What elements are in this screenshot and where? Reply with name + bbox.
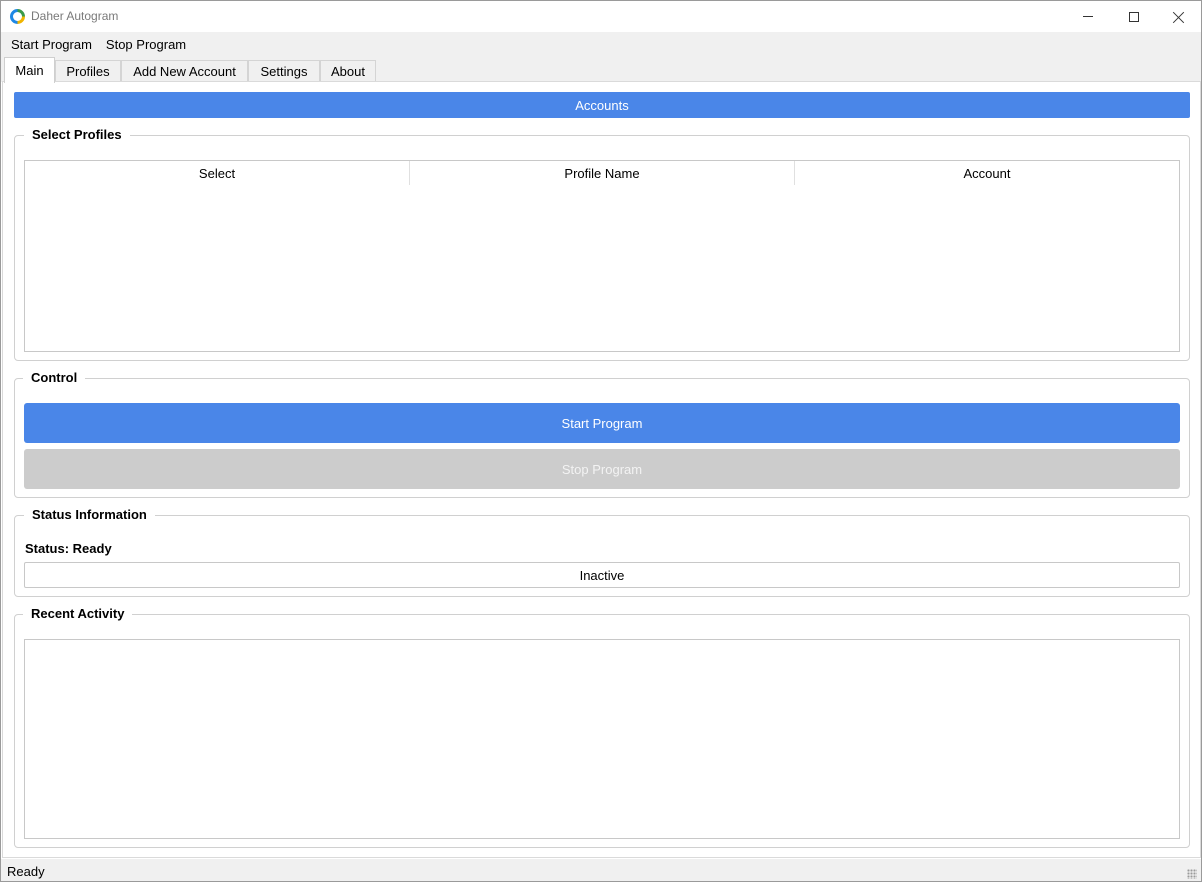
- profiles-table-header: Select Profile Name Account: [25, 161, 1179, 185]
- maximize-icon: [1129, 11, 1139, 22]
- recent-activity-title: Recent Activity: [23, 606, 133, 622]
- close-button[interactable]: [1156, 1, 1201, 32]
- tab-about[interactable]: About: [320, 60, 376, 82]
- column-header-profile-name[interactable]: Profile Name: [410, 161, 795, 185]
- status-indicator: Inactive: [24, 562, 1180, 588]
- menu-start-program[interactable]: Start Program: [4, 32, 99, 57]
- resize-grip-icon[interactable]: [1187, 869, 1197, 879]
- app-window: Daher Autogram Start Program Stop Progra…: [0, 0, 1202, 882]
- main-tab-panel: Accounts Select Profiles Select Profile …: [2, 81, 1201, 858]
- window-title: Daher Autogram: [31, 9, 119, 23]
- status-bar: Ready: [1, 859, 1201, 881]
- status-label: Status: Ready: [25, 541, 112, 556]
- select-profiles-group: Select Profiles Select Profile Name Acco…: [14, 127, 1190, 361]
- tab-profiles[interactable]: Profiles: [55, 60, 121, 82]
- tab-add-new-account[interactable]: Add New Account: [121, 60, 248, 82]
- tab-main[interactable]: Main: [4, 57, 55, 83]
- tab-strip: Main Profiles Add New Account Settings A…: [1, 57, 1201, 83]
- control-group: Control Start Program Stop Program: [14, 370, 1190, 498]
- close-icon: [1173, 11, 1185, 23]
- recent-activity-log[interactable]: [24, 639, 1180, 839]
- column-header-select[interactable]: Select: [25, 161, 410, 185]
- column-header-account[interactable]: Account: [795, 161, 1179, 185]
- status-bar-text: Ready: [7, 863, 45, 879]
- accounts-header: Accounts: [14, 92, 1190, 118]
- menu-bar: Start Program Stop Program: [1, 32, 1201, 57]
- maximize-button[interactable]: [1111, 1, 1157, 32]
- start-program-button[interactable]: Start Program: [24, 403, 1180, 443]
- profiles-table[interactable]: Select Profile Name Account: [24, 160, 1180, 352]
- status-information-group: Status Information Status: Ready Inactiv…: [14, 507, 1190, 597]
- stop-program-button: Stop Program: [24, 449, 1180, 489]
- status-information-title: Status Information: [24, 507, 155, 523]
- minimize-icon: [1083, 16, 1093, 17]
- tab-settings[interactable]: Settings: [248, 60, 320, 82]
- control-title: Control: [23, 370, 86, 386]
- title-bar: Daher Autogram: [1, 1, 1201, 32]
- minimize-button[interactable]: [1065, 1, 1111, 32]
- menu-stop-program[interactable]: Stop Program: [99, 32, 193, 57]
- select-profiles-title: Select Profiles: [24, 127, 130, 143]
- recent-activity-group: Recent Activity: [14, 606, 1190, 848]
- app-logo-icon: [10, 9, 25, 24]
